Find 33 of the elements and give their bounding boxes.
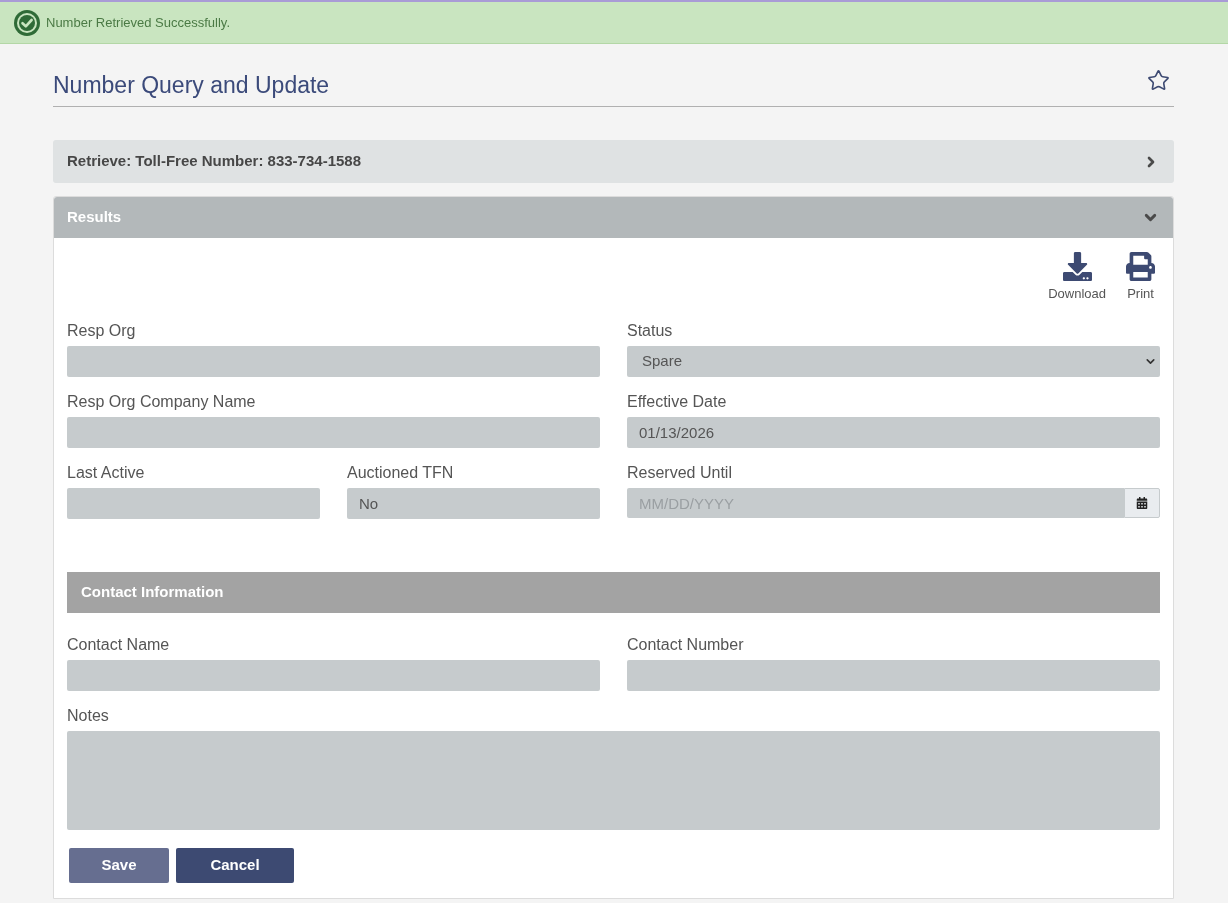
text-input[interactable] bbox=[67, 488, 320, 519]
cancel-button[interactable]: Cancel bbox=[176, 848, 294, 883]
page-title: Number Query and Update bbox=[53, 70, 330, 99]
calendar-button[interactable] bbox=[1124, 488, 1160, 518]
star-icon bbox=[1147, 69, 1170, 92]
text-input[interactable]: 01/13/2026 bbox=[627, 417, 1160, 448]
text-input[interactable]: No bbox=[347, 488, 600, 519]
banner-message: Number Retrieved Successfully. bbox=[46, 13, 230, 32]
field-label: Contact Name bbox=[67, 635, 171, 655]
field-label: Contact Number bbox=[627, 635, 745, 655]
field-label: Resp Org bbox=[67, 321, 137, 341]
notes-textarea[interactable] bbox=[67, 731, 1160, 830]
contact-section-title: Contact Information bbox=[81, 582, 224, 603]
calendar-icon bbox=[1136, 497, 1148, 509]
printer-icon bbox=[1126, 252, 1155, 281]
field-label: Effective Date bbox=[627, 392, 728, 412]
text-input[interactable] bbox=[67, 417, 600, 448]
text-input[interactable] bbox=[627, 660, 1160, 691]
download-icon bbox=[1062, 252, 1092, 281]
field-label: Last Active bbox=[67, 463, 146, 483]
retrieve-panel-header[interactable]: Retrieve: Toll-Free Number: 833-734-1588 bbox=[53, 140, 1174, 183]
print-button[interactable]: Print bbox=[1126, 252, 1155, 302]
field-label: Resp Org Company Name bbox=[67, 392, 257, 412]
download-button[interactable]: Download bbox=[1048, 252, 1106, 302]
field-label: Status bbox=[627, 321, 674, 341]
text-input[interactable] bbox=[67, 660, 600, 691]
status-select[interactable]: Spare bbox=[627, 346, 1160, 377]
text-input[interactable] bbox=[67, 346, 600, 377]
field-label: Reserved Until bbox=[627, 463, 733, 483]
field-label: Notes bbox=[67, 706, 110, 726]
favorite-button[interactable] bbox=[1147, 69, 1170, 92]
check-circle-icon bbox=[14, 9, 40, 36]
field-label: Auctioned TFN bbox=[347, 463, 455, 483]
